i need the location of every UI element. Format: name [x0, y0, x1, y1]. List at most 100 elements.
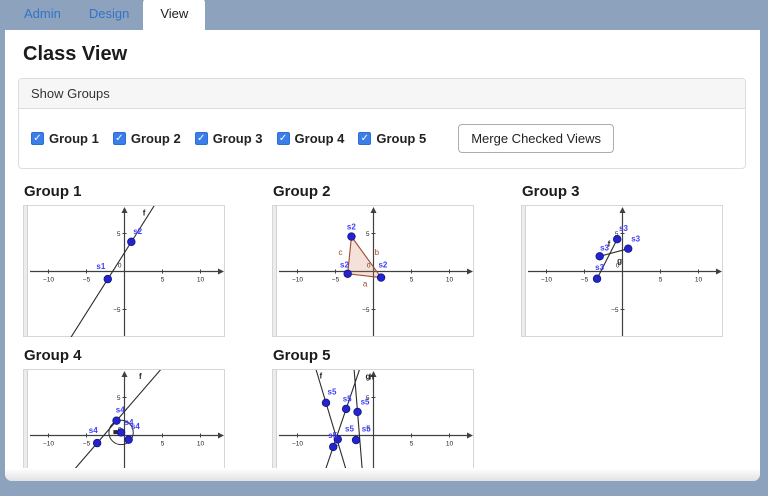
x-tick-label: 5	[659, 277, 663, 284]
point-s3	[613, 235, 621, 243]
main-content: Class View Show Groups ✓ Group 1 ✓ Group…	[5, 30, 760, 481]
x-tick-label: −10	[43, 441, 54, 448]
square-marker	[113, 430, 117, 434]
point-label-s2: s2	[378, 261, 387, 270]
group-3-block: Group 3−10−55105−50fgs3s3s3s3	[521, 183, 723, 337]
y-tick-label: 5	[117, 231, 121, 238]
x-tick-label: 5	[410, 277, 414, 284]
checkbox-group-1[interactable]: ✓ Group 1	[31, 131, 99, 146]
point-s4	[93, 439, 101, 447]
point-s2	[348, 233, 356, 241]
graph-canvas: −10−55105−50fghs5s5s5s5s5s5	[278, 370, 474, 481]
graph-side-strip	[24, 370, 28, 481]
graph-panel: −10−55105−50cbas2s2s2	[272, 205, 474, 337]
y-axis-arrow-icon	[371, 207, 377, 213]
tab-admin[interactable]: Admin	[10, 0, 75, 30]
x-tick-label: 10	[446, 441, 454, 448]
point-s3	[596, 253, 604, 261]
x-tick-label: −10	[541, 277, 552, 284]
checkbox-checked-icon[interactable]: ✓	[113, 132, 126, 145]
line-g	[278, 370, 431, 481]
x-tick-label: 5	[410, 441, 414, 448]
edge-label-c: c	[339, 248, 343, 257]
point-label-s4: s4	[131, 422, 140, 431]
graph-panel: −10−55105−50fghs5s5s5s5s5s5	[272, 369, 474, 481]
point-label-s5: s5	[361, 398, 370, 407]
x-axis-arrow-icon	[218, 433, 224, 439]
checkbox-group-5[interactable]: ✓ Group 5	[358, 131, 426, 146]
x-tick-label: −5	[83, 441, 91, 448]
point-label-s5: s5	[343, 394, 352, 403]
checkbox-label: Group 1	[49, 131, 99, 146]
y-tick-label: 5	[117, 395, 121, 402]
checkbox-group-4[interactable]: ✓ Group 4	[277, 131, 345, 146]
checkbox-checked-icon[interactable]: ✓	[277, 132, 290, 145]
checkbox-group-3[interactable]: ✓ Group 3	[195, 131, 263, 146]
point-s1	[104, 275, 112, 283]
point-s4	[117, 429, 125, 437]
line-label-h: h	[369, 373, 374, 382]
group-title: Group 2	[273, 183, 474, 200]
y-axis-arrow-icon	[122, 371, 128, 377]
x-axis-arrow-icon	[467, 433, 473, 439]
checkbox-checked-icon[interactable]: ✓	[358, 132, 371, 145]
x-tick-label: 10	[446, 277, 454, 284]
y-tick-label: −5	[611, 307, 619, 314]
y-axis-arrow-icon	[620, 207, 626, 213]
point-s2	[344, 270, 352, 278]
point-label-s5: s5	[362, 425, 371, 434]
group-title: Group 5	[273, 347, 474, 364]
x-axis-arrow-icon	[218, 269, 224, 275]
tab-view[interactable]: View	[143, 0, 205, 30]
card-footer-fade	[5, 468, 760, 481]
page-title: Class View	[23, 43, 746, 66]
x-tick-label: −10	[292, 441, 303, 448]
checkbox-checked-icon[interactable]: ✓	[31, 132, 44, 145]
point-s5	[352, 436, 360, 444]
graph-panel: −10−55105−50fs4s4s4s4	[23, 369, 225, 481]
point-label-s2: s2	[133, 227, 142, 236]
x-tick-label: 5	[161, 277, 165, 284]
point-s3	[624, 245, 632, 253]
group-graphs-grid: Group 1 −10 −5 5 10 5 −5 0 f s1 s2 Group 2 −10 −5 5 10 5…	[23, 183, 746, 481]
graph-side-strip	[522, 206, 526, 336]
group-title: Group 1	[24, 183, 225, 200]
point-label-s1: s1	[96, 262, 105, 271]
group-2-block: Group 2−10−55105−50cbas2s2s2	[272, 183, 474, 337]
edge-label-b: b	[375, 248, 380, 257]
line-label-f: f	[143, 208, 146, 217]
checkbox-checked-icon[interactable]: ✓	[195, 132, 208, 145]
origin-label: 0	[118, 263, 122, 270]
x-tick-label: 10	[695, 277, 703, 284]
point-label-s2: s2	[340, 260, 349, 269]
show-groups-body: ✓ Group 1 ✓ Group 2 ✓ Group 3 ✓ Group 4 …	[19, 109, 745, 168]
checkbox-group-2[interactable]: ✓ Group 2	[113, 131, 181, 146]
x-axis-arrow-icon	[716, 269, 722, 275]
merge-checked-views-button[interactable]: Merge Checked Views	[458, 124, 614, 153]
point-label-s3: s3	[595, 263, 604, 272]
point-s3	[593, 275, 601, 283]
point-s5	[342, 405, 350, 413]
checkbox-label: Group 5	[376, 131, 426, 146]
tab-design[interactable]: Design	[75, 0, 143, 30]
point-label-s3: s3	[619, 224, 628, 233]
point-label-s3: s3	[631, 234, 640, 243]
point-s4	[113, 417, 121, 425]
point-label-s2: s2	[347, 223, 356, 232]
checkbox-label: Group 3	[213, 131, 263, 146]
group-title: Group 3	[522, 183, 723, 200]
point-label-s3: s3	[600, 244, 609, 253]
graph-side-strip	[24, 206, 28, 336]
point-s5	[354, 408, 362, 416]
x-tick-label: 5	[161, 441, 165, 448]
graph-canvas: −10−55105−50fgs3s3s3s3	[527, 206, 723, 337]
group-title: Group 4	[24, 347, 225, 364]
point-label-s4: s4	[89, 426, 98, 435]
y-tick-label: −5	[113, 307, 121, 314]
y-axis-arrow-icon	[122, 207, 128, 213]
checkbox-label: Group 2	[131, 131, 181, 146]
show-groups-panel: Show Groups ✓ Group 1 ✓ Group 2 ✓ Group …	[18, 78, 746, 169]
graph-side-strip	[273, 206, 277, 336]
graph-panel: −10−55105−50fgs3s3s3s3	[521, 205, 723, 337]
point-s4	[125, 436, 133, 444]
